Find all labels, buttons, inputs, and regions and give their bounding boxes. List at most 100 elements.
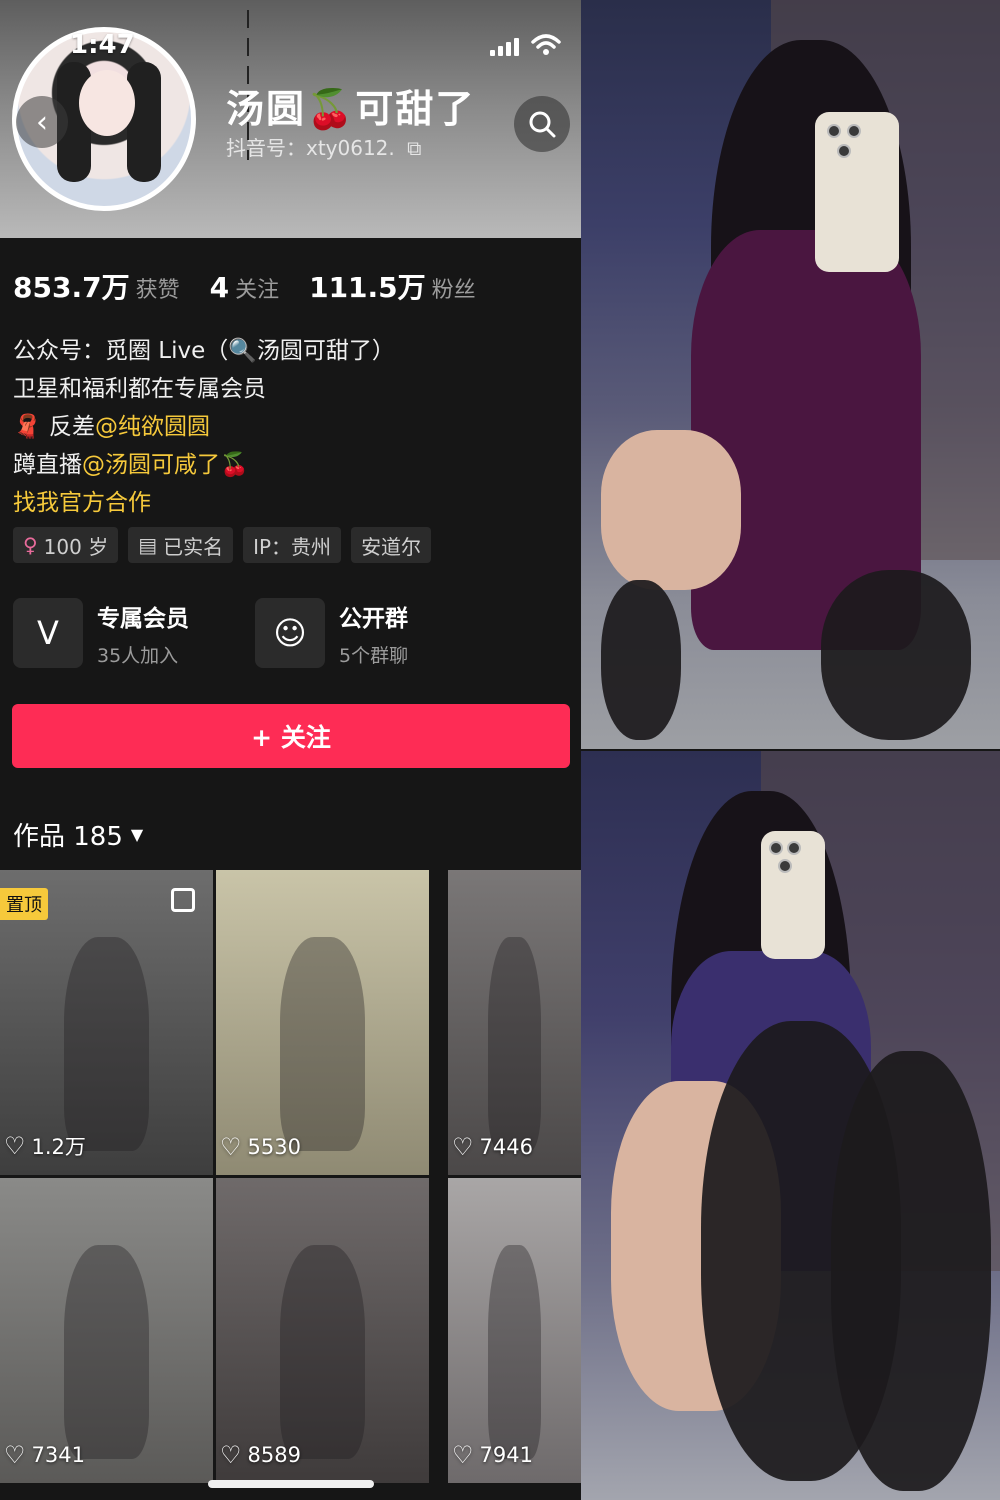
work-tile[interactable]: ♡ 5530 — [216, 870, 429, 1175]
work-thumbnail-figure — [63, 937, 150, 1151]
heart-icon: ♡ — [220, 1441, 242, 1469]
photo-phone-2 — [761, 831, 825, 959]
works-header[interactable]: 作品 185 ▼ — [13, 816, 143, 853]
work-likes-count: 1.2万 — [31, 1135, 86, 1159]
bio-line-4-suffix: 🍒 — [220, 452, 249, 478]
profile-bio: 公众号：觅圈 Live（🔍汤圆可甜了） 卫星和福利都在专属会员 🧣 反差@纯欲圆… — [13, 332, 573, 522]
work-likes-count: 8589 — [247, 1443, 301, 1467]
id-card-icon: ▤ — [138, 533, 158, 557]
stat-followers[interactable]: 111.5万 粉丝 — [309, 266, 476, 306]
work-likes: ♡ 7446 — [452, 1133, 533, 1161]
bio-line-1: 公众号：觅圈 Live（🔍汤圆可甜了） — [13, 338, 395, 364]
wifi-icon — [531, 34, 561, 55]
tag-age: ♀ 100 岁 — [13, 527, 119, 563]
stat-following[interactable]: 4 关注 — [210, 271, 280, 304]
works-label: 作品 185 — [13, 822, 123, 852]
tag-location: 安道尔 — [351, 527, 432, 563]
heart-icon: ♡ — [452, 1133, 474, 1161]
bio-line-3-prefix: 🧣 反差 — [13, 414, 95, 440]
heart-icon: ♡ — [4, 1441, 26, 1469]
work-tile[interactable]: ♡ 8589 — [216, 1178, 429, 1483]
work-tile[interactable]: ♡ 7941 — [448, 1178, 581, 1483]
profile-screen: 1:47 ‹ 汤圆🍒可甜了 抖音号：xty0612. ⧉ 853.7万 获赞 4… — [0, 0, 581, 1500]
stat-likes[interactable]: 853.7万 获赞 — [13, 266, 180, 306]
photo-stocking-2 — [601, 580, 681, 740]
work-tile[interactable]: 置顶 ♡ 1.2万 — [0, 870, 213, 1175]
back-button[interactable]: ‹ — [16, 96, 68, 148]
heart-icon: ♡ — [220, 1133, 242, 1161]
avatar-face — [79, 70, 135, 136]
home-indicator[interactable] — [208, 1480, 374, 1488]
profile-name: 汤圆🍒可甜了 — [226, 87, 476, 131]
douyin-id[interactable]: 抖音号：xty0612. ⧉ — [226, 132, 421, 161]
stat-followers-label: 粉丝 — [431, 278, 476, 303]
bio-line-4-prefix: 蹲直播 — [13, 452, 82, 478]
group-chat-icon-glyph: ☺ — [273, 614, 307, 652]
stat-likes-value: 853.7万 — [13, 271, 130, 304]
vip-icon-glyph: V — [37, 614, 59, 652]
profile-header: 1:47 ‹ 汤圆🍒可甜了 抖音号：xty0612. ⧉ — [0, 0, 581, 238]
search-button[interactable] — [514, 96, 570, 152]
signal-icon — [490, 38, 519, 56]
business-link[interactable]: 找我官方合作 — [13, 484, 573, 522]
work-thumbnail-figure — [487, 937, 542, 1151]
tag-verified-text: 已实名 — [163, 534, 224, 559]
bio-line-4: 蹲直播@汤圆可咸了🍒 — [13, 446, 573, 484]
work-thumbnail-figure — [487, 1245, 542, 1459]
work-likes: ♡ 5530 — [220, 1133, 301, 1161]
stat-followers-value: 111.5万 — [309, 271, 426, 304]
pinned-badge: 置顶 — [0, 888, 48, 920]
photo-bottom — [581, 751, 1000, 1500]
tag-ip-text: IP：贵州 — [253, 534, 332, 559]
douyin-id-text: 抖音号：xty0612. — [226, 136, 395, 160]
stat-following-value: 4 — [209, 271, 230, 304]
work-tile[interactable]: ♡ 7446 — [448, 870, 581, 1175]
profile-tags: ♀ 100 岁 ▤ 已实名 IP：贵州 安道尔 — [13, 527, 432, 563]
photo-stocking-4 — [831, 1051, 991, 1491]
photo-phone — [815, 112, 899, 272]
photo-stocking — [821, 570, 971, 740]
tag-verified: ▤ 已实名 — [128, 527, 234, 563]
vip-card-title: 专属会员 — [97, 605, 189, 632]
group-chat-card-sub: 5个群聊 — [339, 644, 409, 667]
work-likes-count: 5530 — [247, 1135, 301, 1159]
profile-stats: 853.7万 获赞 4 关注 111.5万 粉丝 — [13, 266, 476, 306]
tag-location-text: 安道尔 — [361, 534, 422, 559]
heart-icon: ♡ — [452, 1441, 474, 1469]
status-time: 1:47 — [70, 30, 135, 60]
bio-line-2: 卫星和福利都在专属会员 — [13, 376, 266, 402]
multi-image-icon — [171, 888, 195, 912]
search-icon — [529, 111, 556, 138]
work-likes-count: 7341 — [31, 1443, 85, 1467]
work-likes: ♡ 7941 — [452, 1441, 533, 1469]
stat-following-label: 关注 — [235, 278, 280, 303]
work-thumbnail-figure — [63, 1245, 150, 1459]
chevron-left-icon: ‹ — [36, 104, 48, 140]
vip-icon: V — [13, 598, 83, 668]
group-chat-card[interactable]: ☺ 公开群 5个群聊 — [255, 598, 497, 668]
female-icon: ♀ — [23, 533, 38, 557]
photo-arm — [601, 430, 741, 590]
caret-down-icon: ▼ — [130, 825, 144, 844]
copy-icon[interactable]: ⧉ — [407, 136, 421, 160]
work-tile[interactable]: ♡ 7341 — [0, 1178, 213, 1483]
group-chat-card-title: 公开群 — [339, 605, 408, 632]
follow-button[interactable]: + 关注 — [12, 704, 570, 768]
group-chat-icon: ☺ — [255, 598, 325, 668]
tag-ip: IP：贵州 — [243, 527, 342, 563]
stat-likes-label: 获赞 — [135, 278, 180, 303]
work-thumbnail-figure — [279, 937, 366, 1151]
mention-link-2[interactable]: @汤圆可咸了 — [82, 452, 220, 478]
status-icons — [490, 34, 561, 56]
bio-line-3: 🧣 反差@纯欲圆圆 — [13, 408, 573, 446]
work-likes: ♡ 7341 — [4, 1441, 85, 1469]
heart-icon: ♡ — [4, 1132, 26, 1160]
mention-link-1[interactable]: @纯欲圆圆 — [95, 414, 210, 440]
tag-age-text: 100 岁 — [43, 534, 109, 559]
work-thumbnail-figure — [279, 1245, 366, 1459]
work-likes-count: 7941 — [479, 1443, 533, 1467]
photo-top — [581, 0, 1000, 749]
work-likes: ♡ 8589 — [220, 1441, 301, 1469]
vip-card-sub: 35人加入 — [97, 644, 179, 667]
vip-card[interactable]: V 专属会员 35人加入 — [13, 598, 255, 668]
